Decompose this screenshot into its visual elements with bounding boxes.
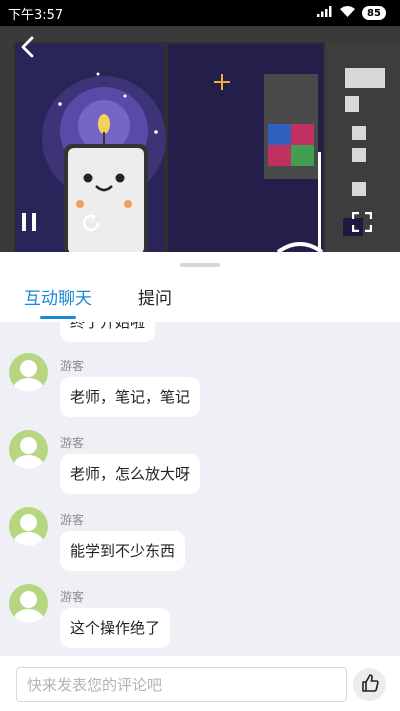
comment-input[interactable]	[16, 667, 347, 702]
back-arrow-icon[interactable]	[20, 36, 48, 66]
comment-bar	[0, 656, 400, 711]
avatar[interactable]	[9, 353, 48, 392]
refresh-icon[interactable]	[80, 212, 108, 240]
app-screen: 下午3:57 85 互动聊天 提问 终于开始啦 游客 老师，笔记，笔记 游客 老…	[0, 0, 400, 711]
fullscreen-icon[interactable]	[352, 212, 380, 240]
status-bar: 下午3:57 85	[0, 0, 400, 26]
wifi-icon	[339, 5, 356, 22]
tab-bar: 互动聊天 提问	[0, 252, 400, 322]
pause-icon[interactable]	[20, 212, 48, 240]
video-frame	[0, 26, 400, 252]
message-bubble: 老师，怎么放大呀	[60, 454, 201, 494]
message-bubble-partial: 终于开始啦	[60, 322, 156, 342]
signal-icon	[317, 5, 333, 21]
video-player[interactable]	[0, 26, 400, 252]
status-icons: 85	[317, 5, 386, 22]
sender-name: 游客	[60, 590, 85, 604]
drag-handle[interactable]	[180, 263, 220, 267]
active-tab-indicator	[40, 316, 76, 319]
message-bubble: 能学到不少东西	[60, 531, 186, 571]
sender-name: 游客	[60, 359, 85, 373]
chat-list[interactable]: 终于开始啦 游客 老师，笔记，笔记 游客 老师，怎么放大呀 游客 能学到不少东西…	[0, 322, 400, 656]
tab-chat[interactable]: 互动聊天	[24, 284, 92, 309]
battery-icon: 85	[362, 6, 386, 20]
like-button[interactable]	[353, 668, 386, 701]
thumbs-up-icon	[360, 673, 380, 697]
message-bubble: 这个操作绝了	[60, 608, 171, 648]
avatar[interactable]	[9, 584, 48, 623]
message-bubble: 老师，笔记，笔记	[60, 377, 201, 417]
sender-name: 游客	[60, 436, 85, 450]
tab-questions[interactable]: 提问	[138, 284, 172, 309]
avatar[interactable]	[9, 430, 48, 469]
status-time: 下午3:57	[8, 7, 64, 23]
sender-name: 游客	[60, 513, 85, 527]
avatar[interactable]	[9, 507, 48, 546]
